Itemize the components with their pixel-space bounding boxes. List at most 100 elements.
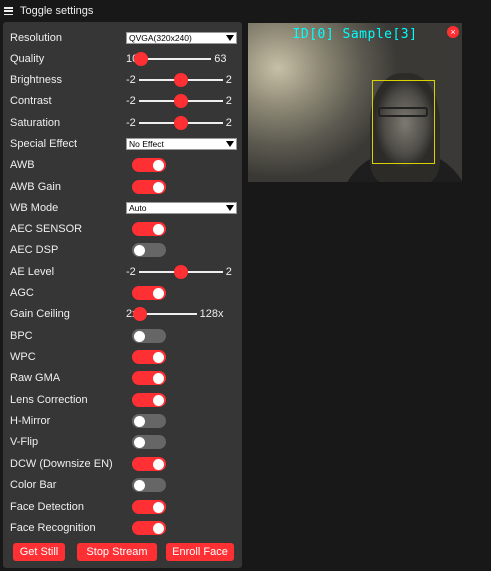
ae-level-slider[interactable]: -2 2 — [126, 265, 232, 279]
face-recognition-toggle[interactable] — [132, 521, 166, 535]
gain-ceiling-label: Gain Ceiling — [10, 308, 70, 320]
get-still-button[interactable]: Get Still — [13, 543, 65, 561]
row-resolution: Resolution QVGA(320x240) — [10, 29, 237, 47]
agc-label: AGC — [10, 287, 34, 299]
settings-panel: Resolution QVGA(320x240) Quality 10 63 B… — [3, 22, 242, 568]
quality-slider-knob[interactable] — [134, 52, 149, 66]
agc-toggle[interactable] — [132, 286, 166, 300]
resolution-label: Resolution — [10, 32, 62, 44]
row-face-detection: Face Detection — [10, 498, 235, 516]
gain-ceiling-slider-knob[interactable] — [132, 307, 147, 321]
face-detection-box — [372, 80, 435, 164]
row-gain-ceiling: Gain Ceiling 2x 128x — [10, 305, 235, 323]
saturation-slider-knob[interactable] — [173, 116, 188, 130]
quality-track[interactable] — [134, 52, 212, 66]
awb-label: AWB — [10, 159, 35, 171]
resolution-value: QVGA(320x240) — [129, 33, 192, 43]
brightness-slider[interactable]: -2 2 — [126, 73, 232, 87]
contrast-track[interactable] — [138, 94, 223, 108]
toggle-knob — [134, 244, 145, 256]
saturation-track[interactable] — [138, 116, 223, 130]
lens-correction-toggle[interactable] — [132, 393, 166, 407]
awb-gain-toggle[interactable] — [132, 180, 166, 194]
brightness-min: -2 — [126, 74, 136, 86]
raw-gma-label: Raw GMA — [10, 372, 61, 384]
toggle-knob — [153, 287, 164, 299]
contrast-label: Contrast — [10, 95, 52, 107]
row-agc: AGC — [10, 284, 235, 302]
bpc-toggle[interactable] — [132, 329, 166, 343]
lens-correction-label: Lens Correction — [10, 394, 88, 406]
aec-dsp-label: AEC DSP — [10, 244, 59, 256]
row-bpc: BPC — [10, 327, 235, 345]
row-raw-gma: Raw GMA — [10, 369, 235, 387]
saturation-max: 2 — [225, 117, 232, 129]
toggle-knob — [134, 415, 145, 427]
row-wb-mode: WB Mode Auto — [10, 199, 237, 217]
dcw-label: DCW (Downsize EN) — [10, 458, 113, 470]
row-special-effect: Special Effect No Effect — [10, 135, 237, 153]
h-mirror-toggle[interactable] — [132, 414, 166, 428]
row-dcw: DCW (Downsize EN) — [10, 455, 235, 473]
quality-slider[interactable]: 10 63 — [126, 52, 227, 66]
row-awb: AWB — [10, 156, 235, 174]
row-quality: Quality 10 63 — [10, 50, 235, 68]
toggle-knob — [153, 522, 164, 534]
toggle-knob — [134, 479, 145, 491]
brightness-slider-knob[interactable] — [173, 73, 188, 87]
raw-gma-toggle[interactable] — [132, 371, 166, 385]
special-effect-label: Special Effect — [10, 138, 78, 150]
saturation-label: Saturation — [10, 117, 61, 129]
dcw-toggle[interactable] — [132, 457, 166, 471]
resolution-select[interactable]: QVGA(320x240) — [126, 32, 237, 44]
dropdown-caret-icon — [226, 205, 234, 211]
contrast-slider-knob[interactable] — [173, 94, 188, 108]
contrast-slider[interactable]: -2 2 — [126, 94, 232, 108]
toggle-knob — [153, 181, 164, 193]
row-contrast: Contrast -2 2 — [10, 92, 235, 110]
gain-ceiling-track[interactable] — [132, 307, 197, 321]
row-face-recognition: Face Recognition — [10, 519, 235, 537]
enroll-face-button[interactable]: Enroll Face — [166, 543, 234, 561]
ae-level-slider-knob[interactable] — [173, 265, 188, 279]
face-detection-toggle[interactable] — [132, 500, 166, 514]
toggle-knob — [134, 330, 145, 342]
v-flip-toggle[interactable] — [132, 435, 166, 449]
awb-toggle[interactable] — [132, 158, 166, 172]
ae-level-track[interactable] — [138, 265, 223, 279]
contrast-max: 2 — [225, 95, 232, 107]
row-awb-gain: AWB Gain — [10, 178, 235, 196]
toggle-settings-label: Toggle settings — [20, 5, 94, 17]
special-effect-value: No Effect — [129, 139, 164, 149]
wb-mode-label: WB Mode — [10, 202, 59, 214]
toggle-knob — [153, 501, 164, 513]
color-bar-toggle[interactable] — [132, 478, 166, 492]
row-h-mirror: H-Mirror — [10, 412, 235, 430]
dropdown-caret-icon — [226, 141, 234, 147]
row-v-flip: V-Flip — [10, 433, 235, 451]
row-saturation: Saturation -2 2 — [10, 114, 235, 132]
toggle-settings-header[interactable]: Toggle settings — [4, 3, 93, 19]
row-color-bar: Color Bar — [10, 476, 235, 494]
wb-mode-select[interactable]: Auto — [126, 202, 237, 214]
brightness-track[interactable] — [138, 73, 223, 87]
wpc-label: WPC — [10, 351, 36, 363]
dropdown-caret-icon — [226, 35, 234, 41]
row-lens-correction: Lens Correction — [10, 391, 235, 409]
hamburger-menu-icon — [4, 7, 13, 15]
toggle-knob — [134, 436, 145, 448]
aec-sensor-toggle[interactable] — [132, 222, 166, 236]
stop-stream-button[interactable]: Stop Stream — [77, 543, 157, 561]
special-effect-select[interactable]: No Effect — [126, 138, 237, 150]
brightness-label: Brightness — [10, 74, 62, 86]
ae-level-label: AE Level — [10, 266, 55, 278]
gain-ceiling-slider[interactable]: 2x 128x — [126, 307, 223, 321]
close-stream-icon[interactable]: × — [447, 26, 459, 38]
row-brightness: Brightness -2 2 — [10, 71, 235, 89]
aec-dsp-toggle[interactable] — [132, 243, 166, 257]
recognition-overlay-text: ID[0] Sample[3] — [292, 27, 418, 42]
v-flip-label: V-Flip — [10, 436, 39, 448]
saturation-slider[interactable]: -2 2 — [126, 116, 232, 130]
bpc-label: BPC — [10, 330, 33, 342]
wpc-toggle[interactable] — [132, 350, 166, 364]
